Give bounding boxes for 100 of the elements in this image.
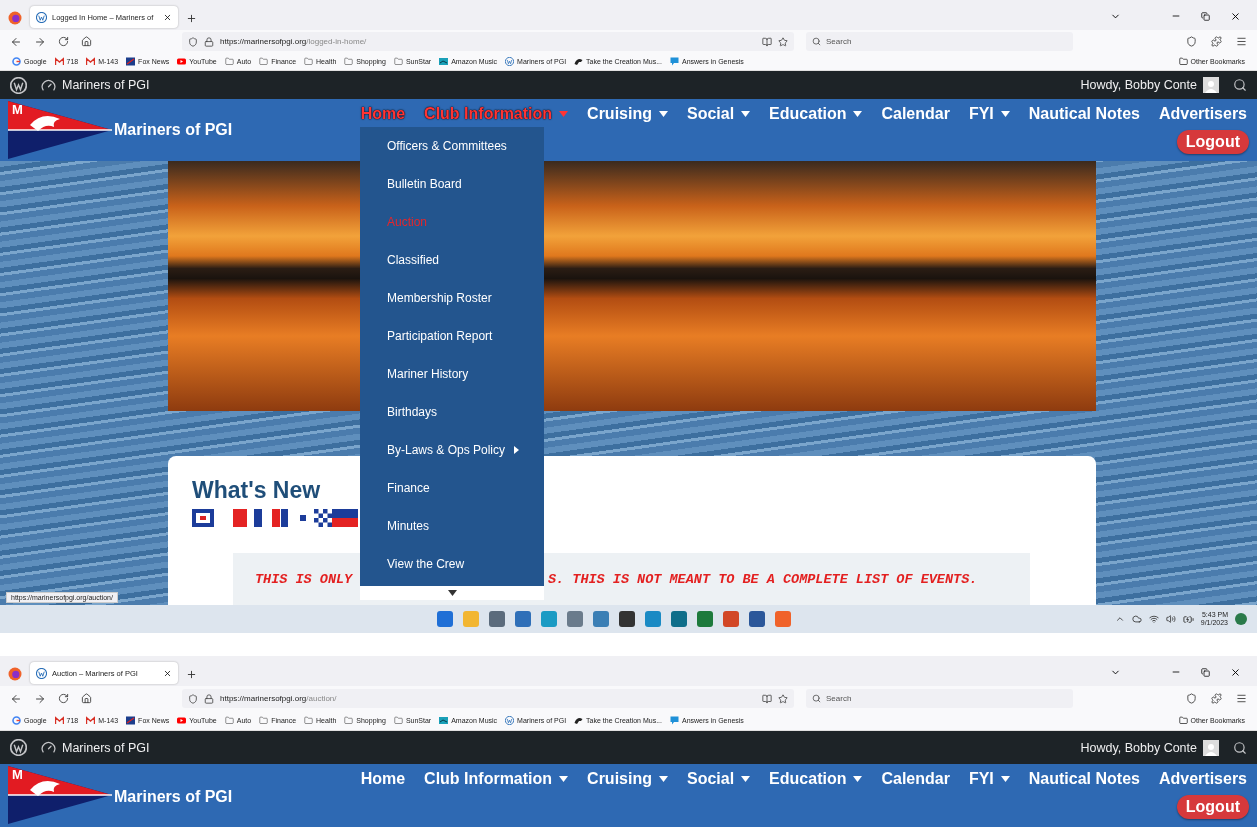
star-icon[interactable]: [778, 693, 788, 704]
cloud-icon[interactable]: [1131, 614, 1142, 624]
nav-link[interactable]: Home: [360, 769, 406, 789]
site-icon: [36, 11, 47, 23]
forward-icon[interactable]: [34, 692, 46, 705]
folder-icon: [259, 716, 269, 725]
wordpress-icon: [505, 716, 515, 725]
wordpress-icon: [505, 57, 515, 66]
menu-item[interactable]: By-Laws & Ops Policy: [360, 431, 544, 469]
close-icon[interactable]: [1230, 666, 1241, 678]
speech-bubble-icon: [670, 716, 679, 725]
nav-link[interactable]: Calendar: [881, 769, 950, 789]
menu-item[interactable]: Minutes: [360, 507, 544, 545]
menu-item[interactable]: Classified: [360, 241, 544, 279]
greeting-link[interactable]: Howdy, Bobby Conte: [1080, 78, 1197, 92]
avatar-icon[interactable]: [1203, 739, 1219, 756]
caret-icon: [741, 776, 751, 782]
nav-link[interactable]: Education: [769, 104, 863, 124]
taskbar-app-icon[interactable]: [619, 611, 635, 627]
menu-item[interactable]: Bulletin Board: [360, 165, 544, 203]
menu-item[interactable]: Membership Roster: [360, 279, 544, 317]
restore-icon[interactable]: [1201, 667, 1210, 677]
mail-icon: [54, 716, 64, 725]
caret-icon: [1000, 776, 1010, 782]
reader-icon[interactable]: [762, 36, 772, 47]
home-icon[interactable]: [81, 36, 92, 47]
nav-link[interactable]: Advertisers: [1158, 769, 1247, 789]
section-heading: What's New: [192, 478, 321, 504]
search-icon[interactable]: [1233, 78, 1247, 92]
address-field[interactable]: https://marinersofpgi.org/auction/: [182, 689, 794, 708]
nav-link[interactable]: Cruising: [587, 769, 668, 789]
reload-icon[interactable]: [58, 693, 69, 704]
club-pennant-logo[interactable]: M: [8, 766, 112, 824]
site-title[interactable]: Mariners of PGI: [114, 787, 233, 806]
star-icon[interactable]: [778, 36, 788, 47]
nav-link[interactable]: Nautical Notes: [1028, 104, 1140, 124]
address-field[interactable]: https://marinersofpgi.org/logged-in-home/: [182, 32, 794, 51]
nav-link[interactable]: Education: [769, 769, 863, 789]
wordpress-logo-icon[interactable]: [10, 76, 27, 94]
menu-item[interactable]: Officers & Committees: [360, 127, 544, 165]
play-icon: [177, 716, 187, 725]
close-icon[interactable]: [1230, 10, 1241, 22]
folder-icon: [224, 716, 234, 725]
nav-link[interactable]: FYI: [968, 769, 1010, 789]
puzzle-icon[interactable]: [1211, 693, 1222, 704]
dashboard-icon[interactable]: [41, 740, 56, 755]
notification-icon[interactable]: [1235, 613, 1247, 625]
volume-icon[interactable]: [1165, 614, 1176, 624]
club-pennant-logo[interactable]: M: [8, 101, 112, 159]
logout-button[interactable]: Logout: [1176, 795, 1249, 819]
wordpress-logo-icon[interactable]: [10, 739, 27, 756]
search-field[interactable]: Search: [806, 32, 1073, 51]
new-tab-icon[interactable]: [186, 668, 197, 680]
close-icon[interactable]: [163, 668, 172, 678]
greeting-link[interactable]: Howdy, Bobby Conte: [1080, 740, 1197, 755]
menu-item[interactable]: Finance: [360, 469, 544, 507]
browser-logo-icon[interactable]: [8, 11, 22, 25]
back-icon[interactable]: [10, 692, 22, 705]
wifi-icon[interactable]: [1148, 614, 1159, 624]
back-icon[interactable]: [10, 35, 22, 48]
nav-link[interactable]: Cruising: [587, 104, 668, 124]
folder-icon: [344, 716, 354, 725]
dashboard-icon[interactable]: [41, 77, 56, 93]
browser-logo-icon[interactable]: [8, 667, 22, 681]
puzzle-icon[interactable]: [1211, 36, 1222, 47]
scroll-down-icon: [447, 590, 457, 596]
nav-link[interactable]: Club Information: [424, 769, 569, 789]
restore-icon[interactable]: [1201, 11, 1210, 21]
search-icon[interactable]: [1233, 740, 1247, 755]
nav-link[interactable]: Advertisers: [1158, 104, 1247, 124]
nav-link[interactable]: Calendar: [881, 104, 950, 124]
forward-icon[interactable]: [34, 35, 46, 48]
admin-site-link[interactable]: Mariners of PGI: [62, 78, 150, 92]
menu-item[interactable]: Mariner History: [360, 355, 544, 393]
home-icon[interactable]: [81, 693, 92, 704]
logout-button[interactable]: Logout: [1176, 130, 1249, 154]
nav-link[interactable]: Social: [686, 769, 751, 789]
admin-site-link[interactable]: Mariners of PGI: [62, 740, 150, 755]
lock-icon: [204, 36, 214, 47]
nav-link[interactable]: Social: [686, 104, 751, 124]
site-title[interactable]: Mariners of PGI: [114, 121, 233, 139]
close-icon[interactable]: [163, 12, 172, 22]
chevron-up-icon[interactable]: [1114, 614, 1125, 624]
music-icon: [439, 57, 449, 66]
new-tab-icon[interactable]: [186, 12, 197, 24]
reload-icon[interactable]: [58, 36, 69, 47]
shield-icon[interactable]: [1186, 693, 1197, 704]
menu-item[interactable]: Participation Report: [360, 317, 544, 355]
reader-icon[interactable]: [762, 693, 772, 704]
google-icon: [12, 716, 21, 725]
search-field[interactable]: Search: [806, 689, 1073, 708]
menu-item[interactable]: View the Crew: [360, 545, 544, 583]
notice-text: THIS IS ONLY: [255, 572, 353, 588]
nav-link[interactable]: FYI: [968, 104, 1010, 124]
menu-icon[interactable]: [1236, 693, 1247, 704]
menu-item[interactable]: Birthdays: [360, 393, 544, 431]
nav-link[interactable]: Nautical Notes: [1028, 769, 1140, 789]
battery-icon[interactable]: [1182, 613, 1194, 625]
menu-icon[interactable]: [1236, 36, 1247, 47]
shield-icon[interactable]: [1186, 36, 1197, 47]
